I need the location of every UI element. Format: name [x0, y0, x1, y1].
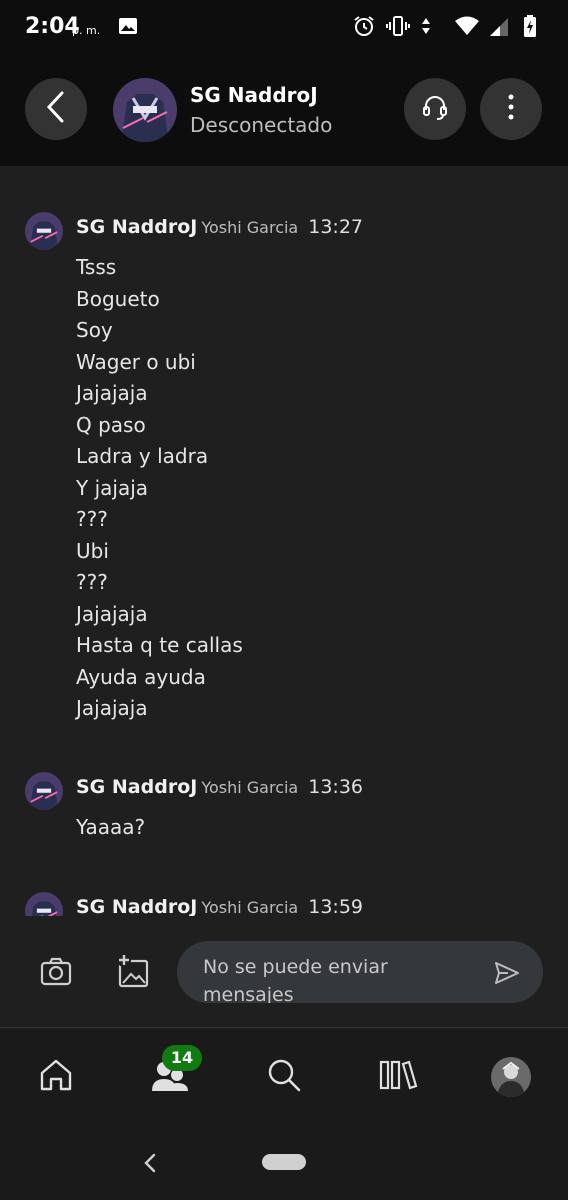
message-line: Soy: [76, 318, 113, 342]
sender-real-name: Yoshi Garcia: [201, 778, 299, 797]
message-line: ???: [76, 507, 108, 531]
message-input-placeholder: No se puede enviar mensajes: [203, 956, 388, 1003]
message-body: Yaaaa?: [76, 812, 145, 844]
message-line: Jajajaja: [76, 696, 148, 720]
back-button[interactable]: [25, 78, 87, 140]
message-list[interactable]: SG NaddroJ Yoshi Garcia 13:27 Tsss Bogueto…: [0, 166, 568, 916]
system-navigation: [0, 1125, 568, 1200]
headset-icon: [421, 93, 449, 125]
notification-badge: 14: [162, 1045, 202, 1071]
search-icon: [265, 1056, 303, 1098]
image-icon: [118, 16, 138, 40]
contact-avatar[interactable]: [113, 78, 177, 142]
vibrate-icon: [386, 14, 410, 38]
sender-avatar[interactable]: [25, 772, 63, 810]
contact-name: SG NaddroJ: [190, 83, 318, 107]
signal-icon: [488, 14, 512, 38]
message-input[interactable]: No se puede enviar mensajes: [177, 941, 543, 1003]
message-line: Ladra y ladra: [76, 444, 209, 468]
system-home-pill[interactable]: [262, 1154, 306, 1170]
sender-real-name: Yoshi Garcia: [201, 218, 299, 237]
nav-home[interactable]: [36, 1057, 76, 1097]
add-image-icon[interactable]: [114, 952, 152, 990]
wifi-icon: [454, 14, 479, 38]
sender-name: SG NaddroJ: [76, 896, 198, 916]
system-back-icon[interactable]: [140, 1151, 160, 1175]
message-line: Wager o ubi: [76, 349, 196, 374]
message-line: Ubi: [76, 538, 109, 563]
message-time: 13:27: [308, 216, 363, 238]
bottom-navigation: 14: [0, 1029, 568, 1125]
profile-avatar[interactable]: [491, 1057, 531, 1097]
message-line: Hasta q te callas: [76, 633, 243, 657]
message-line: Bogueto: [76, 286, 160, 311]
message-line: Q paso: [76, 412, 146, 437]
back-arrow-icon: [44, 90, 68, 128]
message-line: Jajajaja: [76, 381, 148, 405]
camera-icon[interactable]: [38, 954, 74, 990]
message-header: SG NaddroJ Yoshi Garcia 13:36: [76, 776, 363, 798]
sender-real-name: Yoshi Garcia: [201, 898, 299, 916]
home-icon: [37, 1056, 75, 1098]
message-time: 13:59: [308, 896, 363, 916]
message-composer: No se puede enviar mensajes: [0, 916, 568, 1028]
data-arrows-icon: [420, 14, 444, 38]
conversation-header: SG NaddroJ Desconectado: [0, 56, 568, 166]
message-line: Yaaaa?: [76, 815, 146, 839]
battery-charging-icon: [522, 14, 546, 38]
status-ampm: p. m.: [72, 24, 101, 37]
sender-avatar[interactable]: [25, 892, 63, 916]
alarm-icon: [352, 14, 376, 38]
sender-name: SG NaddroJ: [76, 776, 198, 798]
message-line: Y jajaja: [76, 475, 149, 500]
message-header: SG NaddroJ Yoshi Garcia 13:27: [76, 216, 363, 238]
send-icon[interactable]: [493, 959, 521, 987]
party-chat-button[interactable]: [404, 78, 466, 140]
contact-status: Desconectado: [190, 113, 333, 137]
message-line: Tsss: [76, 255, 117, 279]
more-options-button[interactable]: [480, 78, 542, 140]
sender-name: SG NaddroJ: [76, 216, 198, 238]
message-time: 13:36: [308, 776, 363, 798]
library-icon: [378, 1056, 418, 1098]
more-vertical-icon: [507, 93, 515, 125]
message-line: ???: [76, 570, 108, 594]
sender-avatar[interactable]: [25, 212, 63, 250]
nav-search[interactable]: [264, 1057, 304, 1097]
message-line: Jajajaja: [76, 601, 148, 626]
status-bar: 2:04 p. m.: [0, 0, 568, 56]
nav-library[interactable]: [378, 1057, 418, 1097]
message-header: SG NaddroJ Yoshi Garcia 13:59: [76, 896, 363, 916]
message-body: Tsss Bogueto Soy Wager o ubi Jajajaja Q …: [76, 252, 243, 725]
message-line: Ayuda ayuda: [76, 664, 206, 689]
